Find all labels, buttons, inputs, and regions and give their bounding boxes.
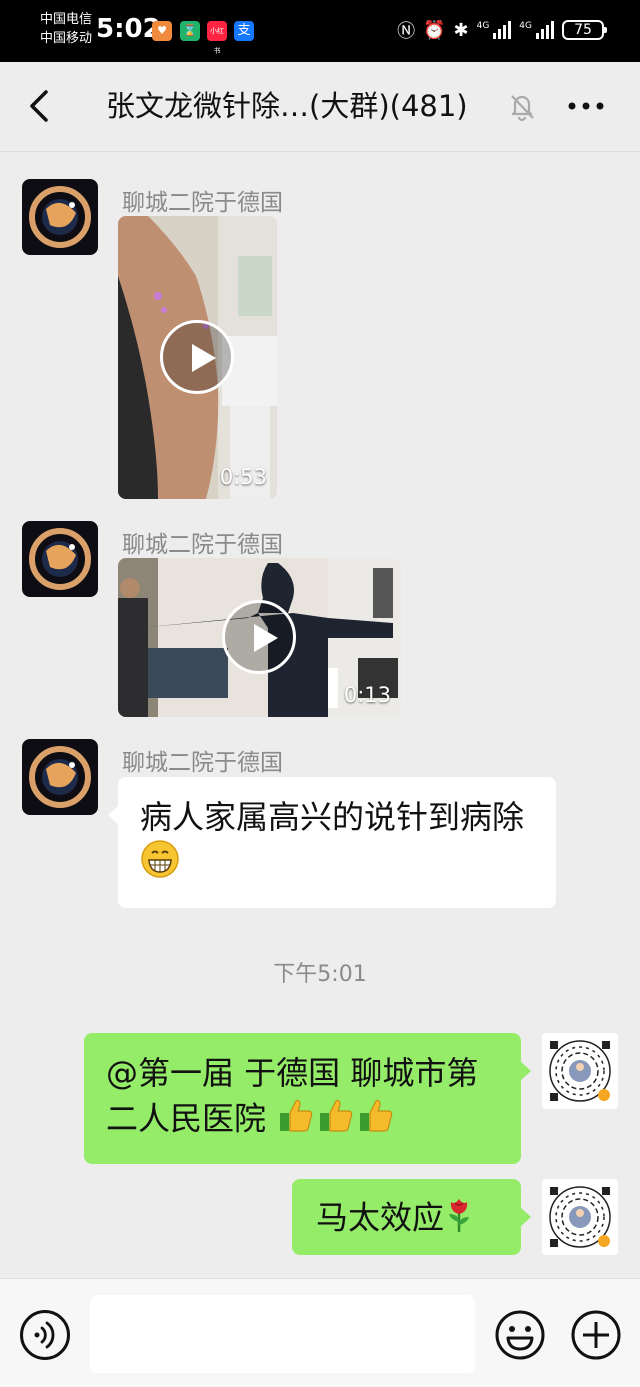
signal-icon-2: 4G	[519, 21, 554, 39]
play-button[interactable]	[222, 600, 296, 674]
sender-name: 聊城二院于德国	[122, 190, 283, 216]
plus-icon	[571, 1310, 621, 1360]
video-message[interactable]: 0:53	[118, 216, 277, 499]
plus-button[interactable]	[570, 1309, 622, 1361]
play-button[interactable]	[160, 320, 234, 394]
voice-button[interactable]	[20, 1310, 70, 1360]
message-input[interactable]	[90, 1295, 475, 1373]
timer-app-icon: ⌛	[180, 21, 200, 41]
network-type-1: 4G	[476, 21, 490, 31]
status-bar: 中国电信 中国移动 5:02 ♥ ⌛ 小红书 支 Ⓝ ⏰ ✱ 4G 4G 75	[0, 0, 640, 62]
thumbs-up-icon	[276, 1095, 316, 1146]
system-icons: Ⓝ ⏰ ✱ 4G 4G 75	[397, 17, 607, 43]
xiaohongshu-app-icon: 小红书	[207, 21, 227, 55]
alipay-app-icon: 支	[234, 21, 254, 41]
text-message-outgoing[interactable]: @第一届 于德国 聊城市第二人民医院	[84, 1033, 531, 1164]
more-dots-icon	[568, 102, 604, 110]
message-text: 病人家属高兴的说针到病除	[140, 798, 525, 836]
chat-timestamp: 下午5:01	[273, 962, 367, 987]
video-duration: 0:13	[343, 683, 391, 707]
carrier-1: 中国电信	[40, 12, 93, 27]
my-avatar[interactable]	[542, 1033, 618, 1109]
message-text: 马太效应	[316, 1198, 445, 1237]
grinning-face-icon	[140, 839, 180, 890]
thumbs-up-icon	[316, 1095, 356, 1146]
chat-title[interactable]: 张文龙微针除…(大群)(481)	[106, 86, 468, 126]
more-button[interactable]	[566, 90, 606, 122]
emoji-button[interactable]	[494, 1309, 546, 1361]
text-message-incoming[interactable]: 病人家属高兴的说针到病除	[108, 777, 556, 908]
sender-avatar[interactable]	[22, 521, 98, 597]
video-message[interactable]: 0:13	[118, 558, 401, 717]
bluetooth-icon: ✱	[453, 19, 469, 41]
sender-name: 聊城二院于德国	[122, 750, 283, 776]
health-app-icon: ♥	[152, 21, 172, 41]
chat-header: 张文龙微针除…(大群)(481)	[0, 62, 640, 152]
back-arrow-icon	[30, 90, 48, 122]
bell-mute-icon	[506, 90, 538, 122]
rose-icon	[444, 1194, 474, 1245]
network-type-2: 4G	[519, 21, 532, 31]
sender-avatar[interactable]	[22, 739, 98, 815]
voice-icon	[34, 1321, 55, 1349]
nfc-icon: Ⓝ	[397, 21, 416, 42]
battery-indicator: 75	[562, 20, 607, 40]
carrier-labels: 中国电信 中国移动	[40, 10, 92, 48]
sender-name: 聊城二院于德国	[122, 532, 283, 558]
thumbs-up-icon	[356, 1095, 396, 1146]
signal-icon-1: 4G	[477, 21, 512, 39]
emoji-smile-icon	[495, 1310, 545, 1360]
video-duration: 0:53	[219, 465, 267, 489]
alarm-icon: ⏰	[423, 19, 446, 41]
my-avatar[interactable]	[542, 1179, 618, 1255]
back-button[interactable]	[20, 86, 60, 126]
carrier-2: 中国移动	[40, 31, 93, 46]
status-clock: 5:02	[96, 14, 161, 44]
text-message-outgoing[interactable]: 马太效应	[292, 1179, 531, 1255]
input-bar	[0, 1278, 640, 1387]
sender-avatar[interactable]	[22, 179, 98, 255]
